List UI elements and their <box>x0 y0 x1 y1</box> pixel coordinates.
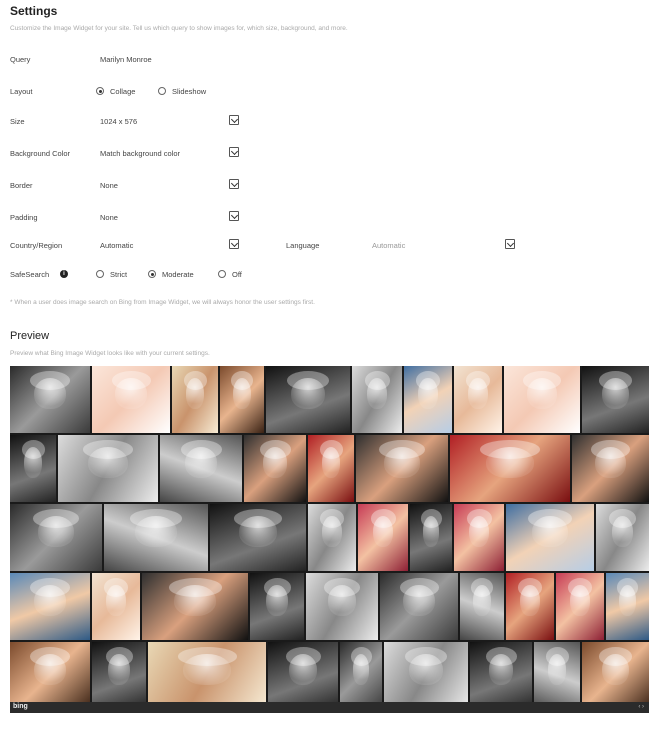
collage-image[interactable] <box>10 366 90 433</box>
collage-image[interactable] <box>582 366 649 433</box>
chevron-down-icon[interactable] <box>229 147 239 157</box>
query-input[interactable]: Marilyn Monroe <box>100 55 152 64</box>
query-label: Query <box>10 55 31 64</box>
collage-image[interactable] <box>10 504 102 571</box>
collage-image[interactable] <box>10 435 56 502</box>
collage-image[interactable] <box>454 504 504 571</box>
collage-image[interactable] <box>148 642 266 709</box>
chevron-down-icon[interactable] <box>229 179 239 189</box>
collage-image[interactable] <box>268 642 338 709</box>
border-label: Border <box>10 181 33 190</box>
layout-slideshow-radio[interactable] <box>158 87 166 95</box>
collage-image[interactable] <box>582 642 649 709</box>
collage-footer: bing ‹ › <box>10 702 649 713</box>
collage-image[interactable] <box>460 573 504 640</box>
collage-image[interactable] <box>404 366 452 433</box>
layout-label: Layout <box>10 87 33 96</box>
info-icon[interactable]: i <box>60 270 68 278</box>
border-select[interactable]: None <box>100 181 118 190</box>
collage-image[interactable] <box>470 642 532 709</box>
collage-image[interactable] <box>506 504 594 571</box>
collage-image[interactable] <box>160 435 242 502</box>
layout-collage-label[interactable]: Collage <box>110 87 135 96</box>
collage-row <box>10 366 649 433</box>
collage-image[interactable] <box>220 366 264 433</box>
collage-image[interactable] <box>10 642 90 709</box>
country-region-label: Country/Region <box>10 241 63 250</box>
safesearch-strict-radio[interactable] <box>96 270 104 278</box>
page-subtitle: Customize the Image Widget for your site… <box>10 25 348 32</box>
padding-label: Padding <box>10 213 38 222</box>
size-select[interactable]: 1024 x 576 <box>100 117 137 126</box>
collage-image[interactable] <box>410 504 452 571</box>
collage-image[interactable] <box>450 435 570 502</box>
safesearch-off-radio[interactable] <box>218 270 226 278</box>
collage-image[interactable] <box>356 435 448 502</box>
collage-image[interactable] <box>384 642 468 709</box>
collage-image[interactable] <box>606 573 649 640</box>
background-color-select[interactable]: Match background color <box>100 149 180 158</box>
collage-image[interactable] <box>358 504 408 571</box>
collage-row <box>10 435 649 502</box>
collage-image[interactable] <box>266 366 350 433</box>
chevron-down-icon[interactable] <box>505 239 515 249</box>
collage-image[interactable] <box>10 573 90 640</box>
collage-image[interactable] <box>572 435 649 502</box>
safesearch-off-label[interactable]: Off <box>232 270 242 279</box>
collage-image[interactable] <box>506 573 554 640</box>
size-label: Size <box>10 117 25 126</box>
collage-image[interactable] <box>210 504 306 571</box>
chevron-down-icon[interactable] <box>229 115 239 125</box>
collage-image[interactable] <box>534 642 580 709</box>
collage-image[interactable] <box>250 573 304 640</box>
collage-row <box>10 642 649 709</box>
language-label: Language <box>286 241 320 250</box>
bing-logo[interactable]: bing <box>13 703 28 710</box>
page-title: Settings <box>10 4 58 18</box>
collage-image[interactable] <box>556 573 604 640</box>
pager-arrows[interactable]: ‹ › <box>638 704 644 710</box>
preview-subtitle: Preview what Bing Image Widget looks lik… <box>10 350 210 357</box>
collage-image[interactable] <box>244 435 306 502</box>
layout-collage-radio[interactable] <box>96 87 104 95</box>
collage-image[interactable] <box>308 435 354 502</box>
collage-image[interactable] <box>306 573 378 640</box>
collage-row <box>10 573 649 640</box>
preview-title: Preview <box>10 330 50 342</box>
collage-image[interactable] <box>142 573 248 640</box>
collage-image[interactable] <box>172 366 218 433</box>
collage-image[interactable] <box>92 642 146 709</box>
collage-image[interactable] <box>454 366 502 433</box>
layout-slideshow-label[interactable]: Slideshow <box>172 87 206 96</box>
safesearch-label: SafeSearch <box>10 270 50 279</box>
collage-image[interactable] <box>308 504 356 571</box>
footnote: * When a user does image search on Bing … <box>10 299 315 306</box>
collage-image[interactable] <box>340 642 382 709</box>
collage-image[interactable] <box>596 504 649 571</box>
safesearch-moderate-radio[interactable] <box>148 270 156 278</box>
collage-image[interactable] <box>352 366 402 433</box>
collage-image[interactable] <box>380 573 458 640</box>
safesearch-moderate-label[interactable]: Moderate <box>162 270 194 279</box>
collage-image[interactable] <box>92 573 140 640</box>
collage-image[interactable] <box>104 504 208 571</box>
language-select[interactable]: Automatic <box>372 241 405 250</box>
country-region-select[interactable]: Automatic <box>100 241 133 250</box>
chevron-down-icon[interactable] <box>229 239 239 249</box>
chevron-down-icon[interactable] <box>229 211 239 221</box>
padding-select[interactable]: None <box>100 213 118 222</box>
background-color-label: Background Color <box>10 149 71 158</box>
collage-image[interactable] <box>92 366 170 433</box>
collage-image[interactable] <box>504 366 580 433</box>
safesearch-strict-label[interactable]: Strict <box>110 270 127 279</box>
collage-row <box>10 504 649 571</box>
image-collage: bing ‹ › <box>10 366 649 713</box>
collage-image[interactable] <box>58 435 158 502</box>
